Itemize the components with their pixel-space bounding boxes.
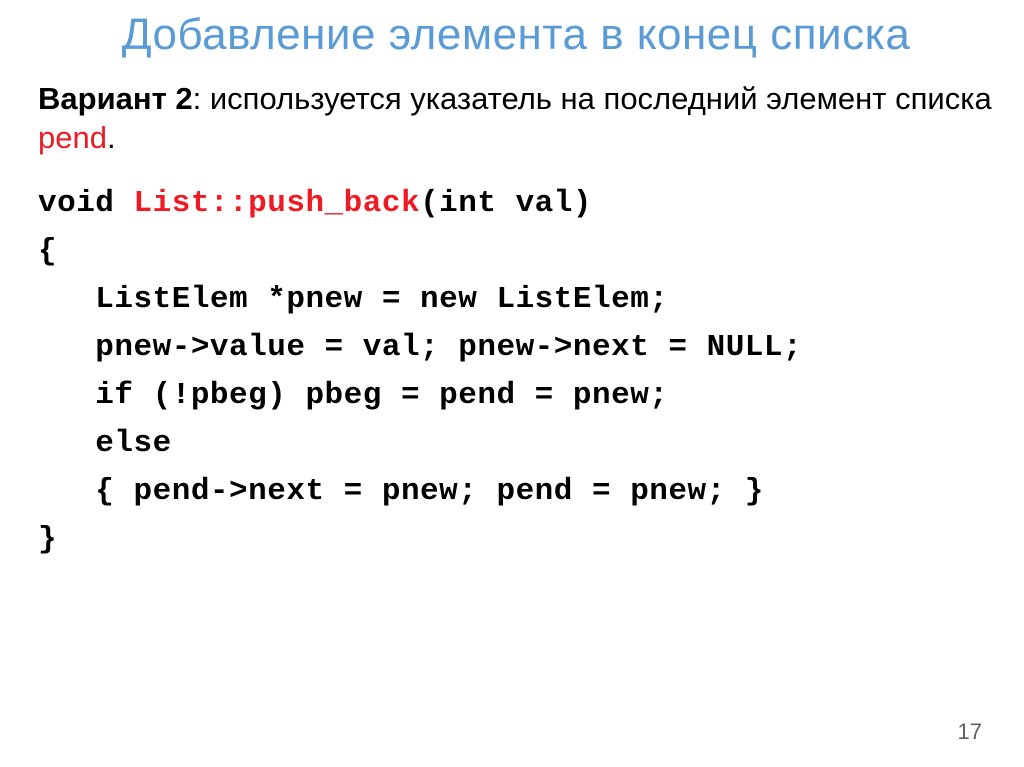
code-l2: { (38, 234, 57, 269)
code-l7: { pend->next = pnew; pend = pnew; } (38, 474, 764, 509)
description-paragraph: Вариант 2: используется указатель на пос… (38, 80, 994, 158)
code-l1b: List::push_back (134, 186, 421, 221)
slide: Добавление элемента в конец списка Вариа… (0, 0, 1024, 767)
page-number: 17 (958, 719, 982, 745)
slide-title: Добавление элемента в конец списка (38, 10, 994, 60)
code-l5: if (!pbeg) pbeg = pend = pnew; (38, 378, 668, 413)
pointer-name: pend (38, 120, 107, 155)
code-l4: pnew->value = val; pnew->next = NULL; (38, 330, 802, 365)
code-l3: ListElem *pnew = new ListElem; (38, 282, 668, 317)
desc-text-2: . (107, 120, 116, 155)
code-block: void List::push_back(int val) { ListElem… (38, 180, 994, 564)
code-l1a: void (38, 186, 134, 221)
code-l8: } (38, 522, 57, 557)
desc-text-1: : используется указатель на последний эл… (193, 81, 992, 116)
code-l1c: (int val) (420, 186, 592, 221)
code-l6: else (38, 426, 172, 461)
variant-label: Вариант 2 (38, 81, 193, 116)
